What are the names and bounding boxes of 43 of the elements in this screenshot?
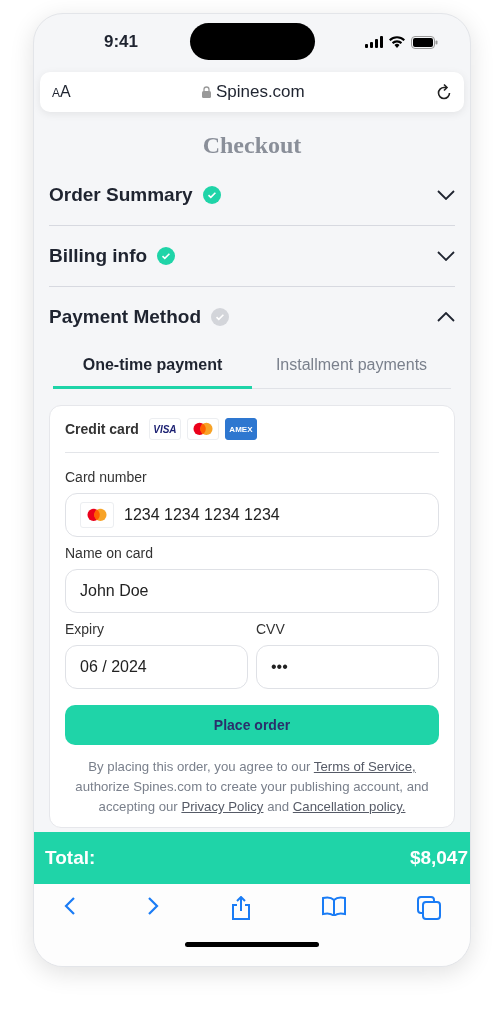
amex-logo: AMEX [224,418,257,440]
terms-text: By placing this order, you agree to our Terms of Service, authorize Spines.com to create your publishing account, and accepting our Privacy Policy and Cancellation policy. [74,758,430,816]
field-label: Card number [65,469,147,485]
terms-link[interactable]: Cancellation policy. [292,799,406,814]
signal-icon [365,36,383,48]
total-amount: $8,047 [409,847,468,869]
visa-logo: VISA [148,418,181,440]
field-label: Expiry [65,621,104,637]
forward-icon[interactable] [147,896,160,916]
reload-icon[interactable] [436,83,452,101]
share-icon[interactable] [230,896,251,920]
credit-card-label: Credit card [65,421,139,437]
input-field[interactable]: ••• [256,645,439,689]
mastercard-icon [191,422,214,436]
place-order-button[interactable]: Place order [65,705,439,745]
payment-tab[interactable]: Installment payments [252,347,451,389]
back-icon[interactable] [64,896,76,916]
field-label: Name on card [65,545,153,561]
text-size-button[interactable]: AA [52,83,71,101]
lock-icon [201,86,211,98]
terms-link[interactable]: Terms of Service, [313,759,416,774]
status-time: 9:41 [104,32,139,52]
terms-link[interactable]: Privacy Policy [181,799,264,814]
input-field[interactable]: 06 / 2024 [65,645,248,689]
wifi-icon [389,36,405,48]
mastercard-icon [86,508,108,522]
tabs-icon[interactable] [417,896,441,920]
section-title[interactable]: Billing info [49,245,148,267]
book-icon[interactable] [321,896,346,916]
address-bar[interactable]: AA Spines.com [40,72,464,112]
battery-icon [411,35,438,49]
chevron-down-icon[interactable] [437,251,455,261]
input-field[interactable]: John Doe [65,569,439,613]
section-title[interactable]: Payment Method [49,306,202,328]
chevron-down-icon[interactable] [437,190,455,200]
field-label: CVV [256,621,285,637]
url-text: Spines.com [215,82,305,102]
section-title[interactable]: Order Summary [49,184,193,206]
payment-tab[interactable]: One-time payment [53,347,252,389]
total-label: Total: [45,847,96,869]
page-title: Checkout [201,132,303,159]
chevron-up-icon[interactable] [437,312,455,322]
input-field[interactable]: 1234 1234 1234 1234 [65,493,439,537]
